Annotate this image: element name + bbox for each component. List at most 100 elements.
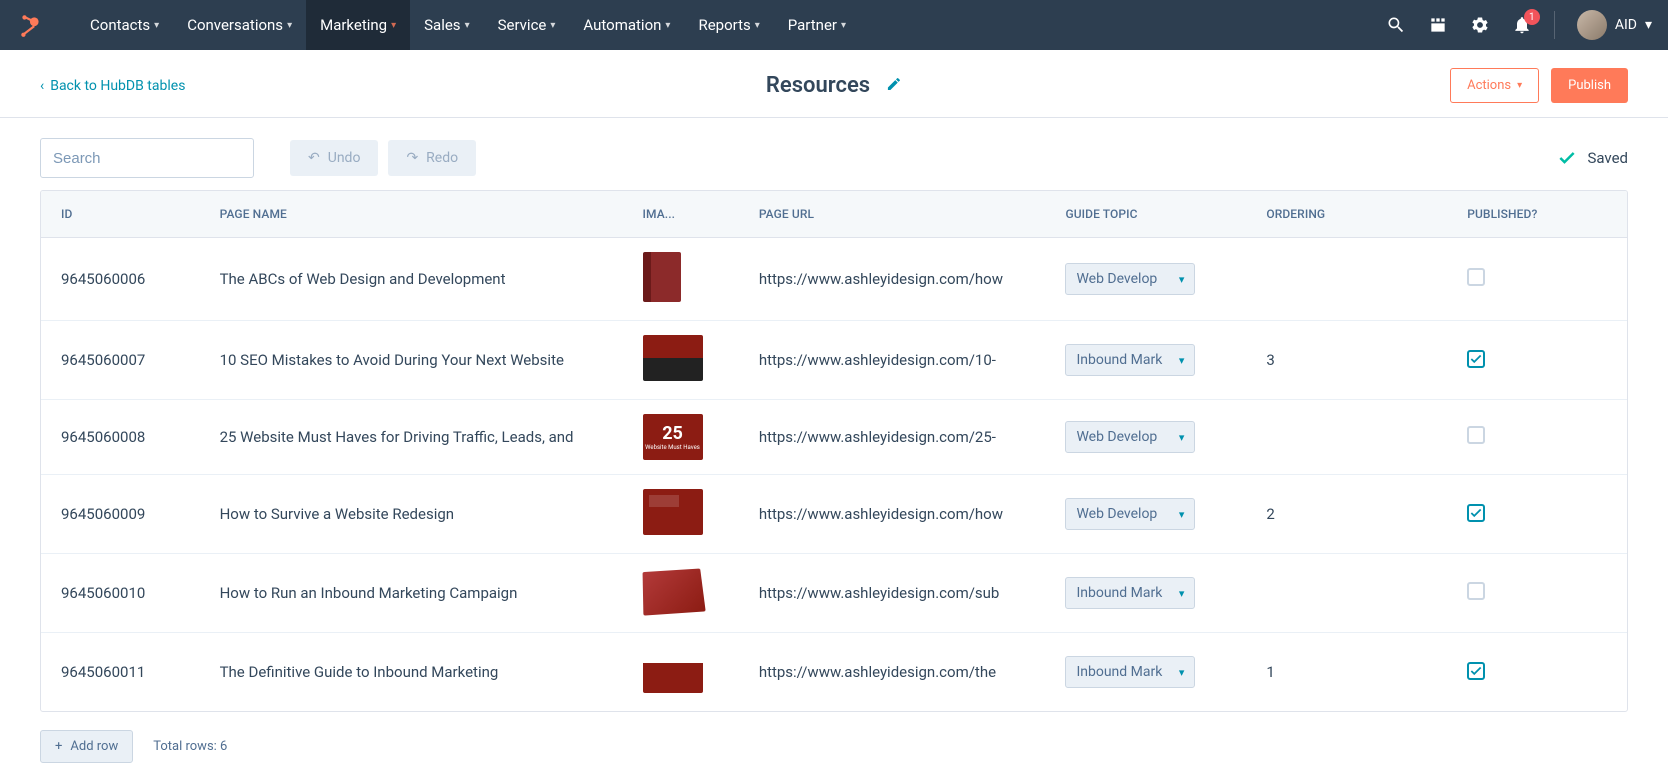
cell-page-name[interactable]: The Definitive Guide to Inbound Marketin… <box>200 633 623 712</box>
search-icon[interactable] <box>1386 15 1406 35</box>
cell-published[interactable] <box>1447 321 1627 400</box>
table-footer: + Add row Total rows: 6 <box>0 712 1668 781</box>
publish-button[interactable]: Publish <box>1551 68 1628 103</box>
cell-ordering[interactable] <box>1246 400 1447 475</box>
nav-item-conversations[interactable]: Conversations▾ <box>173 0 306 50</box>
cell-published[interactable] <box>1447 238 1627 321</box>
cell-image[interactable] <box>623 238 739 321</box>
cell-id[interactable]: 9645060008 <box>41 400 200 475</box>
table-row[interactable]: 964506000825 Website Must Haves for Driv… <box>41 400 1627 475</box>
cell-guide-topic[interactable]: Web Develop▾ <box>1045 238 1246 321</box>
table-row[interactable]: 9645060010How to Run an Inbound Marketin… <box>41 554 1627 633</box>
hubspot-logo-icon[interactable] <box>16 10 46 40</box>
nav-item-label: Contacts <box>90 16 150 34</box>
cell-ordering[interactable] <box>1246 554 1447 633</box>
cell-published[interactable] <box>1447 475 1627 554</box>
nav-item-reports[interactable]: Reports▾ <box>684 0 773 50</box>
cell-image[interactable] <box>623 554 739 633</box>
redo-button[interactable]: ↷ Redo <box>388 140 476 176</box>
nav-item-label: Marketing <box>320 16 387 34</box>
nav-item-label: Conversations <box>187 16 283 34</box>
cell-ordering[interactable] <box>1246 238 1447 321</box>
cell-guide-topic[interactable]: Inbound Mark▾ <box>1045 633 1246 712</box>
cell-id[interactable]: 9645060007 <box>41 321 200 400</box>
published-checkbox[interactable] <box>1467 350 1485 368</box>
cell-ordering[interactable]: 1 <box>1246 633 1447 712</box>
col-header-guide-topic[interactable]: GUIDE TOPIC <box>1045 191 1246 238</box>
nav-item-sales[interactable]: Sales▾ <box>410 0 483 50</box>
table-row[interactable]: 9645060009How to Survive a Website Redes… <box>41 475 1627 554</box>
settings-gear-icon[interactable] <box>1470 15 1490 35</box>
nav-item-marketing[interactable]: Marketing ▾ <box>306 0 410 50</box>
cell-page-name[interactable]: How to Run an Inbound Marketing Campaign <box>200 554 623 633</box>
col-header-page-name[interactable]: PAGE NAME <box>200 191 623 238</box>
topic-select[interactable]: Inbound Mark▾ <box>1065 656 1195 688</box>
topic-select[interactable]: Web Develop▾ <box>1065 421 1195 453</box>
cell-published[interactable] <box>1447 400 1627 475</box>
cell-page-url[interactable]: https://www.ashleyidesign.com/the <box>739 633 1046 712</box>
cell-guide-topic[interactable]: Web Develop▾ <box>1045 475 1246 554</box>
cell-page-url[interactable]: https://www.ashleyidesign.com/10- <box>739 321 1046 400</box>
topic-select[interactable]: Web Develop▾ <box>1065 498 1195 530</box>
col-header-id[interactable]: ID <box>41 191 200 238</box>
topic-select[interactable]: Web Develop▾ <box>1065 263 1195 295</box>
published-checkbox[interactable] <box>1467 582 1485 600</box>
col-header-image[interactable]: IMA... <box>623 191 739 238</box>
nav-item-label: Reports <box>698 16 750 34</box>
col-header-published[interactable]: PUBLISHED? <box>1447 191 1627 238</box>
cell-ordering[interactable]: 3 <box>1246 321 1447 400</box>
cell-image[interactable]: 25Website Must Haves <box>623 400 739 475</box>
cell-guide-topic[interactable]: Inbound Mark▾ <box>1045 321 1246 400</box>
cell-image[interactable] <box>623 633 739 712</box>
topic-select[interactable]: Inbound Mark▾ <box>1065 577 1195 609</box>
chevron-down-icon: ▾ <box>391 20 396 31</box>
search-input[interactable] <box>53 150 252 167</box>
cell-page-url[interactable]: https://www.ashleyidesign.com/sub <box>739 554 1046 633</box>
cell-guide-topic[interactable]: Web Develop▾ <box>1045 400 1246 475</box>
published-checkbox[interactable] <box>1467 662 1485 680</box>
search-box[interactable] <box>40 138 254 178</box>
cell-page-url[interactable]: https://www.ashleyidesign.com/25- <box>739 400 1046 475</box>
table-row[interactable]: 964506000710 SEO Mistakes to Avoid Durin… <box>41 321 1627 400</box>
edit-pencil-icon[interactable] <box>886 76 902 96</box>
cell-published[interactable] <box>1447 633 1627 712</box>
table-row[interactable]: 9645060006The ABCs of Web Design and Dev… <box>41 238 1627 321</box>
cell-image[interactable] <box>623 321 739 400</box>
nav-item-label: Sales <box>424 16 460 34</box>
cell-page-url[interactable]: https://www.ashleyidesign.com/how <box>739 475 1046 554</box>
nav-item-service[interactable]: Service▾ <box>484 0 570 50</box>
back-link[interactable]: ‹ Back to HubDB tables <box>40 78 185 94</box>
notifications-bell-icon[interactable]: 1 <box>1512 15 1532 35</box>
nav-item-partner[interactable]: Partner▾ <box>774 0 860 50</box>
cell-published[interactable] <box>1447 554 1627 633</box>
col-header-ordering[interactable]: ORDERING <box>1246 191 1447 238</box>
nav-item-contacts[interactable]: Contacts▾ <box>76 0 173 50</box>
published-checkbox[interactable] <box>1467 426 1485 444</box>
cell-id[interactable]: 9645060010 <box>41 554 200 633</box>
cell-page-name[interactable]: The ABCs of Web Design and Development <box>200 238 623 321</box>
cell-image[interactable] <box>623 475 739 554</box>
cell-page-name[interactable]: How to Survive a Website Redesign <box>200 475 623 554</box>
account-menu[interactable]: AID ▾ <box>1577 10 1652 40</box>
chevron-down-icon: ▾ <box>1645 17 1652 33</box>
cell-id[interactable]: 9645060009 <box>41 475 200 554</box>
published-checkbox[interactable] <box>1467 268 1485 286</box>
topic-select[interactable]: Inbound Mark▾ <box>1065 344 1195 376</box>
undo-button[interactable]: ↶ Undo <box>290 140 378 176</box>
notification-badge: 1 <box>1524 9 1540 25</box>
cell-page-name[interactable]: 25 Website Must Haves for Driving Traffi… <box>200 400 623 475</box>
nav-item-automation[interactable]: Automation▾ <box>569 0 684 50</box>
cell-id[interactable]: 9645060006 <box>41 238 200 321</box>
cell-id[interactable]: 9645060011 <box>41 633 200 712</box>
cell-guide-topic[interactable]: Inbound Mark▾ <box>1045 554 1246 633</box>
published-checkbox[interactable] <box>1467 504 1485 522</box>
cell-page-url[interactable]: https://www.ashleyidesign.com/how <box>739 238 1046 321</box>
cell-ordering[interactable]: 2 <box>1246 475 1447 554</box>
col-header-page-url[interactable]: PAGE URL <box>739 191 1046 238</box>
actions-dropdown-button[interactable]: Actions ▾ <box>1450 68 1539 103</box>
add-row-button[interactable]: + Add row <box>40 730 133 763</box>
table-row[interactable]: 9645060011The Definitive Guide to Inboun… <box>41 633 1627 712</box>
cell-page-name[interactable]: 10 SEO Mistakes to Avoid During Your Nex… <box>200 321 623 400</box>
marketplace-icon[interactable] <box>1428 15 1448 35</box>
thumbnail-image <box>642 568 705 615</box>
